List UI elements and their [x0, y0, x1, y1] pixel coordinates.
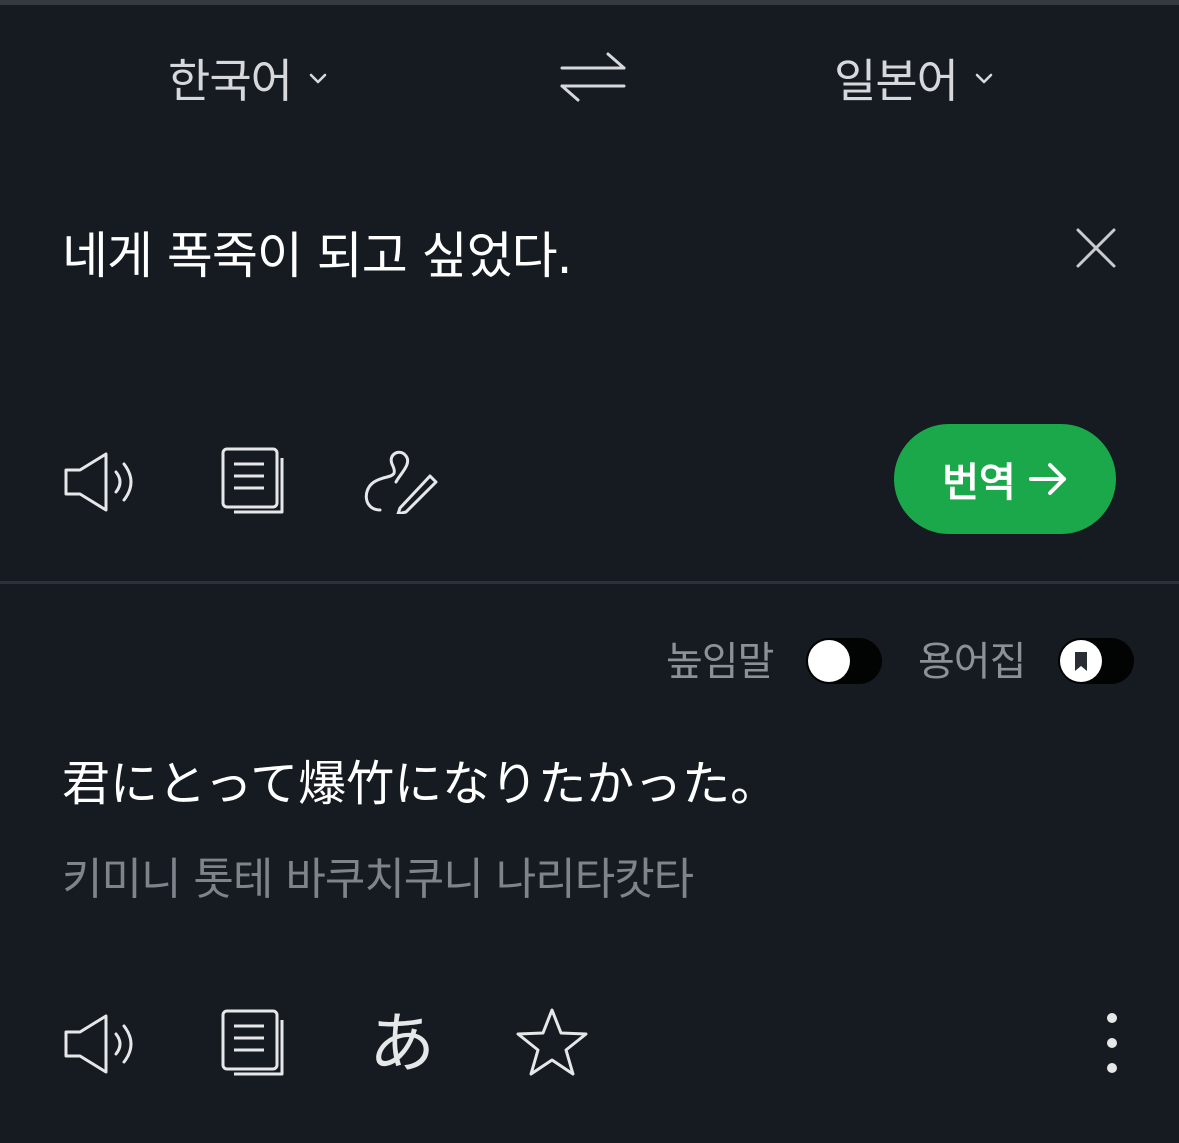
toggle-knob: [808, 640, 850, 682]
more-icon[interactable]: [1098, 1010, 1126, 1076]
target-language-selector[interactable]: 일본어: [834, 46, 996, 110]
translate-button-label: 번역: [942, 460, 1016, 506]
honorific-toggle-label: 높임말: [666, 639, 774, 685]
copy-icon[interactable]: [220, 1008, 288, 1078]
speaker-icon[interactable]: [62, 450, 138, 514]
copy-icon[interactable]: [220, 446, 288, 516]
section-divider: [0, 581, 1179, 584]
honorific-toggle[interactable]: [806, 638, 882, 684]
star-icon[interactable]: [514, 1006, 590, 1078]
bookmark-icon: [1075, 652, 1087, 671]
glossary-toggle[interactable]: [1058, 638, 1134, 684]
handwriting-icon[interactable]: [360, 446, 438, 514]
source-language-label: 한국어: [168, 54, 293, 108]
glossary-toggle-label: 용어집: [918, 639, 1026, 685]
target-language-label: 일본어: [834, 54, 959, 108]
chevron-down-icon: [309, 73, 327, 84]
top-divider: [0, 0, 1179, 5]
toggle-knob: [1060, 640, 1102, 682]
clear-icon[interactable]: [1070, 222, 1122, 274]
source-language-selector[interactable]: 한국어: [168, 46, 330, 110]
translated-text: 君にとって爆竹になりたかった。: [62, 756, 779, 812]
translate-button[interactable]: 번역: [894, 424, 1116, 534]
swap-languages-icon[interactable]: [556, 48, 628, 106]
pronunciation-text: 키미니 톳테 바쿠치쿠니 나리타캇타: [62, 854, 694, 905]
hiragana-icon[interactable]: あ: [366, 1004, 438, 1084]
arrow-right-icon: [1028, 463, 1066, 495]
source-text-input[interactable]: 네게 폭죽이 되고 싶었다.: [62, 224, 573, 288]
speaker-icon[interactable]: [62, 1012, 138, 1076]
chevron-down-icon: [975, 73, 993, 84]
